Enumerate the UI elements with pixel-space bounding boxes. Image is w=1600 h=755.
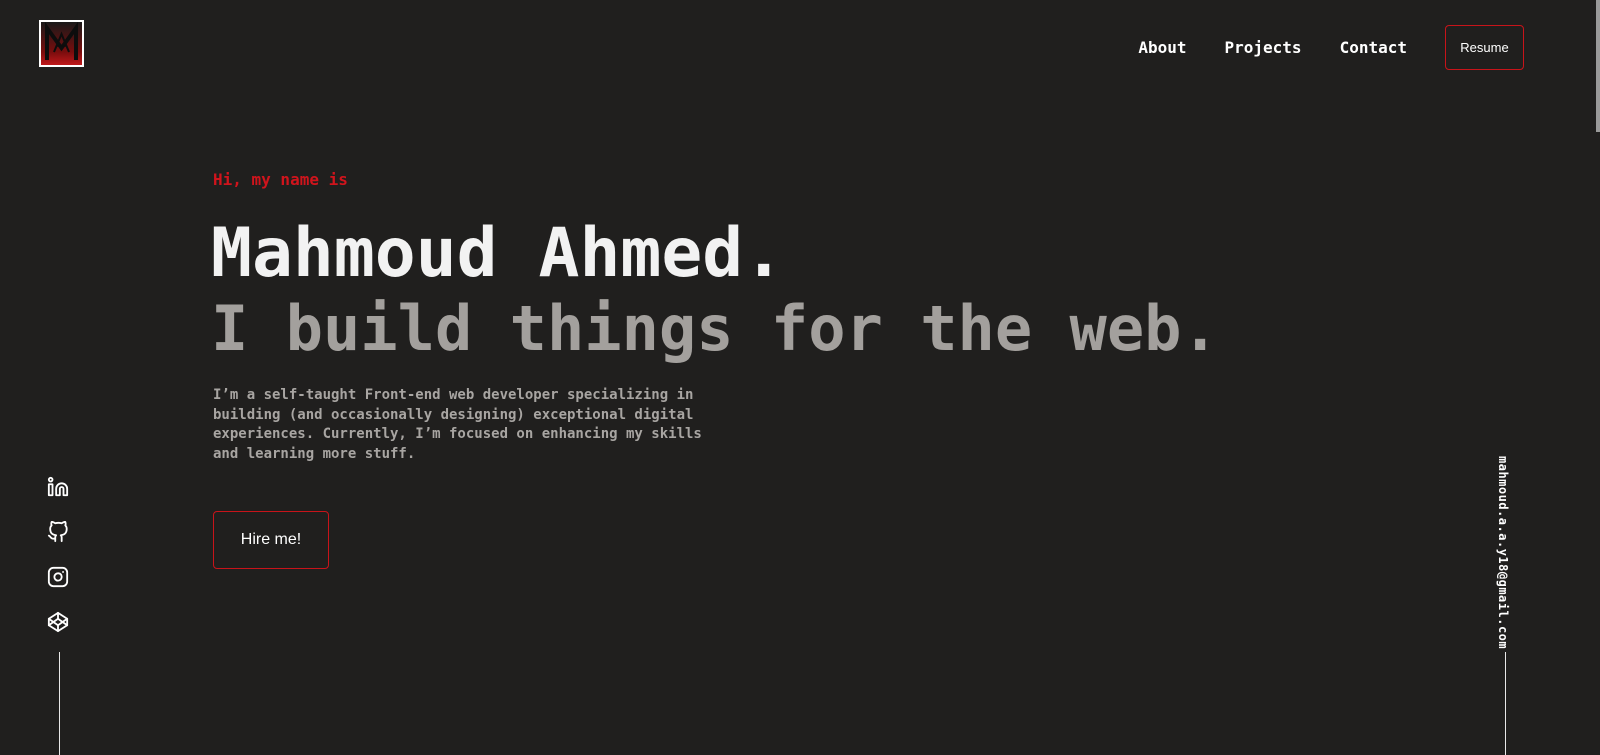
linkedin-icon[interactable] <box>47 476 69 498</box>
hero-tagline: I build things for the web. <box>211 292 1219 365</box>
hero-greeting: Hi, my name is <box>213 170 348 189</box>
social-links <box>47 476 71 656</box>
monogram-logo-icon[interactable] <box>39 20 84 67</box>
resume-button[interactable]: Resume <box>1445 24 1524 70</box>
email-link[interactable]: mahmoud.a.a.y18@gmail.com <box>1496 456 1510 649</box>
nav-contact-link[interactable]: Contact <box>1340 38 1407 57</box>
codepen-icon[interactable] <box>47 611 69 633</box>
portfolio-page: About Projects Contact Resume Hi, my nam… <box>0 0 1600 755</box>
instagram-icon[interactable] <box>47 566 69 588</box>
social-divider-line <box>59 652 60 755</box>
github-icon[interactable] <box>47 521 69 543</box>
email-divider-line <box>1505 652 1506 755</box>
scrollbar-thumb[interactable] <box>1596 0 1600 132</box>
hero-name: Mahmoud Ahmed. <box>211 214 785 293</box>
page-scrollbar[interactable] <box>1596 0 1600 755</box>
nav-projects-link[interactable]: Projects <box>1225 38 1302 57</box>
nav-about-link[interactable]: About <box>1138 38 1186 57</box>
hero-intro: I’m a self-taught Front-end web develope… <box>213 387 702 462</box>
hire-me-button[interactable]: Hire me! <box>213 511 329 569</box>
top-nav: About Projects Contact Resume <box>1138 24 1524 70</box>
